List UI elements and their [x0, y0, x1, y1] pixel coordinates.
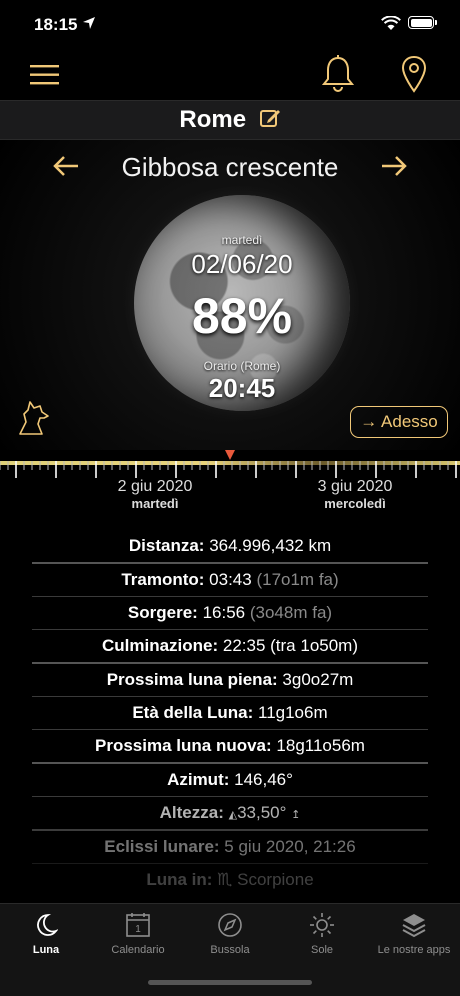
timeline-scrubber[interactable]: 2 giu 2020 martedì 3 giu 2020 mercoledì	[0, 450, 460, 518]
timeline-date-2: 3 giu 2020	[317, 478, 393, 495]
moonset-ago: (17o1m fa)	[256, 570, 339, 589]
info-row-next-new-moon: Prossima luna nuova: 18g11o56m	[32, 730, 428, 764]
svg-text:1: 1	[135, 924, 141, 935]
moonset-value: 03:43	[209, 570, 252, 589]
menu-icon[interactable]	[30, 64, 60, 86]
info-row-moon-sign: Luna in: ♏ Scorpione	[32, 864, 428, 896]
top-toolbar	[0, 50, 460, 100]
tab-sole[interactable]: Sole	[276, 904, 368, 964]
tab-le-nostre-apps[interactable]: Le nostre apps	[368, 904, 460, 964]
time-label: Orario (Rome)	[203, 359, 281, 373]
info-row-altitude: Altezza: ◭33,50° ↥	[32, 797, 428, 831]
distance-value: 364.996,432 km	[209, 536, 332, 555]
now-button[interactable]: → Adesso	[350, 406, 448, 438]
culmination-value: 22:35 (tra 1o50m)	[222, 636, 359, 655]
tab-label: Bussola	[210, 944, 250, 956]
tab-bussola[interactable]: Bussola	[184, 904, 276, 964]
moon-sign-label: Luna in:	[146, 870, 213, 889]
timeline-weekday-2: mercoledì	[324, 496, 386, 511]
layers-icon	[402, 914, 426, 938]
next-full-moon-label: Prossima luna piena:	[106, 670, 278, 689]
culmination-label: Culminazione:	[101, 636, 219, 655]
illumination-percent: 88%	[191, 288, 293, 344]
moon-info-list: Distanza: 364.996,432 km Tramonto: 03:43…	[32, 530, 428, 896]
moon-display: Gibbosa crescente martedì 02/06/20 88% O…	[0, 140, 460, 450]
moon-time: 20:45	[208, 373, 276, 403]
next-new-moon-value: 18g11o56m	[276, 736, 365, 755]
timeline-marker[interactable]	[225, 450, 235, 460]
wifi-icon	[381, 16, 401, 30]
info-row-moon-age: Età della Luna: 11g1o6m	[32, 697, 428, 730]
azimuth-label: Azimut:	[167, 770, 230, 789]
home-indicator	[148, 980, 312, 985]
timeline-weekday-1: martedì	[131, 496, 179, 511]
battery-icon	[408, 16, 437, 29]
distance-label: Distanza:	[128, 536, 205, 555]
city-name[interactable]: Rome	[179, 106, 246, 134]
azimuth-value: 146,46°	[234, 770, 293, 789]
location-pin-icon[interactable]	[401, 55, 427, 95]
moon-age-label: Età della Luna:	[132, 703, 254, 722]
moon-age-value: 11g1o6m	[258, 703, 328, 722]
altitude-up-icon: ◭	[228, 809, 238, 821]
altitude-label: Altezza:	[159, 803, 224, 822]
info-row-moonrise: Sorgere: 16:56 (3o48m fa)	[32, 597, 428, 630]
timeline-track-gradient	[0, 461, 460, 465]
moonrise-value: 16:56	[202, 603, 246, 622]
tab-label: Luna	[32, 944, 60, 956]
info-row-azimuth: Azimut: 146,46°	[32, 764, 428, 797]
edit-icon[interactable]	[259, 107, 281, 129]
sun-icon	[310, 913, 334, 937]
wolf-icon[interactable]	[14, 398, 54, 438]
tab-luna[interactable]: Luna	[0, 904, 92, 964]
info-row-lunar-eclipse: Eclissi lunare: 5 giu 2020, 21:26	[32, 831, 428, 864]
moon-image: martedì 02/06/20 88% Orario (Rome) 20:45	[134, 195, 350, 411]
compass-icon	[218, 913, 242, 937]
info-row-moonset: Tramonto: 03:43 (17o1m fa)	[32, 564, 428, 597]
next-full-moon-value: 3g0o27m	[282, 670, 354, 689]
status-time: 18:15	[34, 15, 78, 34]
tab-label: Le nostre apps	[377, 944, 451, 956]
moonrise-ago: (3o48m fa)	[249, 603, 333, 622]
lunar-eclipse-value: 5 giu 2020, 21:26	[224, 837, 356, 856]
lunar-eclipse-label: Eclissi lunare:	[104, 837, 220, 856]
next-new-moon-label: Prossima luna nuova:	[95, 736, 272, 755]
info-row-next-full-moon: Prossima luna piena: 3g0o27m	[32, 664, 428, 697]
tab-label: Calendario	[111, 944, 165, 956]
moonrise-label: Sorgere:	[127, 603, 198, 622]
moon-date: 02/06/20	[191, 249, 293, 279]
bell-icon[interactable]	[321, 55, 355, 93]
calendar-icon: 1	[126, 913, 150, 937]
timeline-ruler[interactable]	[0, 450, 460, 480]
info-row-culmination: Culminazione: 22:35 (tra 1o50m)	[32, 630, 428, 664]
tab-calendario[interactable]: 1 Calendario	[92, 904, 184, 964]
location-arrow-icon	[83, 17, 95, 29]
rising-arrow-icon: ↥	[291, 809, 301, 821]
status-bar: 18:15	[0, 0, 460, 50]
moonset-label: Tramonto:	[121, 570, 205, 589]
moon-icon	[37, 914, 58, 936]
tab-label: Sole	[310, 944, 334, 956]
moon-weekday: martedì	[221, 233, 263, 247]
city-bar[interactable]: Rome	[0, 100, 460, 140]
timeline-date-1: 2 giu 2020	[117, 478, 193, 495]
arrow-right-icon[interactable]	[380, 154, 408, 178]
altitude-value: 33,50°	[237, 803, 287, 822]
moon-sign-value: ♏ Scorpione	[217, 870, 314, 889]
info-row-distance: Distanza: 364.996,432 km	[32, 530, 428, 564]
